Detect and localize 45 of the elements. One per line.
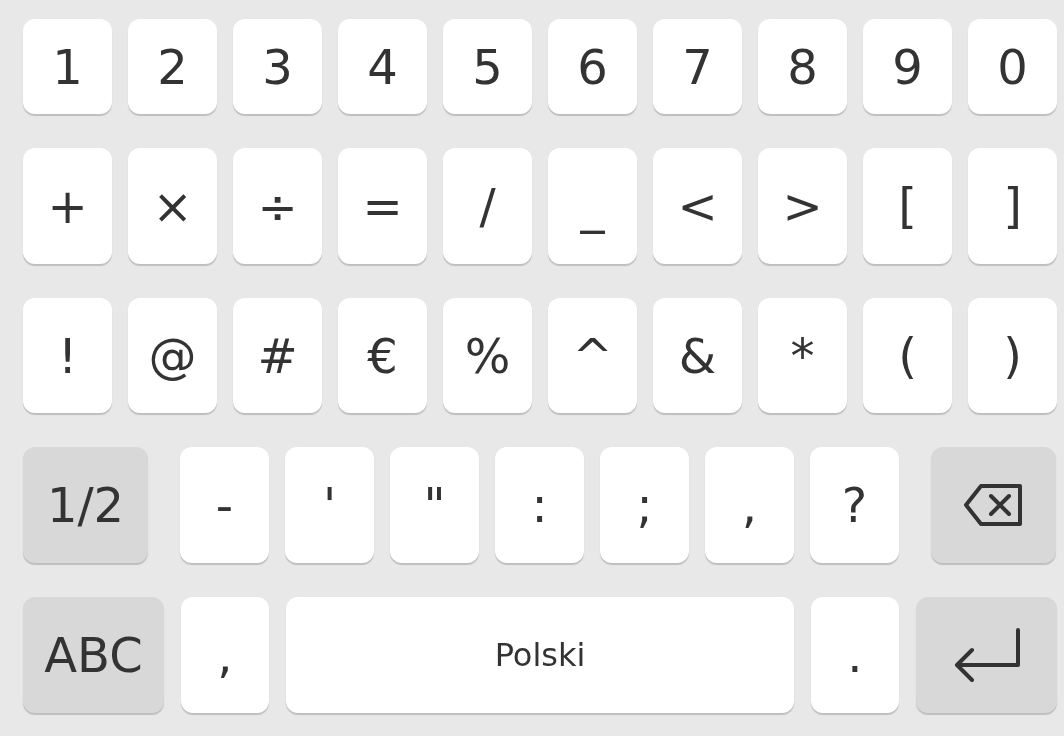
- key[interactable]: 7: [653, 19, 742, 114]
- space-key[interactable]: Polski: [286, 597, 794, 713]
- key[interactable]: .: [811, 597, 899, 713]
- key[interactable]: ÷: [233, 148, 322, 264]
- key[interactable]: =: [338, 148, 427, 264]
- key[interactable]: !: [23, 298, 112, 413]
- key[interactable]: -: [180, 447, 269, 563]
- key[interactable]: *: [758, 298, 847, 413]
- key[interactable]: ": [390, 447, 479, 563]
- backspace-key[interactable]: [931, 447, 1056, 563]
- key[interactable]: 2: [128, 19, 217, 114]
- key[interactable]: [: [863, 148, 952, 264]
- key[interactable]: +: [23, 148, 112, 264]
- key[interactable]: 8: [758, 19, 847, 114]
- enter-key[interactable]: [916, 597, 1057, 713]
- mode-key[interactable]: 1/2: [23, 447, 148, 563]
- key[interactable]: _: [548, 148, 637, 264]
- key[interactable]: 3: [233, 19, 322, 114]
- key[interactable]: ^: [548, 298, 637, 413]
- key[interactable]: ,: [181, 597, 269, 713]
- backspace-icon: [962, 483, 1025, 527]
- key[interactable]: ×: [128, 148, 217, 264]
- key[interactable]: ]: [968, 148, 1057, 264]
- key[interactable]: <: [653, 148, 742, 264]
- key[interactable]: /: [443, 148, 532, 264]
- key[interactable]: ,: [705, 447, 794, 563]
- key[interactable]: €: [338, 298, 427, 413]
- key[interactable]: ;: [600, 447, 689, 563]
- key[interactable]: @: [128, 298, 217, 413]
- key[interactable]: 9: [863, 19, 952, 114]
- key[interactable]: 4: [338, 19, 427, 114]
- key[interactable]: 5: [443, 19, 532, 114]
- key[interactable]: ': [285, 447, 374, 563]
- key[interactable]: &: [653, 298, 742, 413]
- key[interactable]: 6: [548, 19, 637, 114]
- key[interactable]: ?: [810, 447, 899, 563]
- key[interactable]: >: [758, 148, 847, 264]
- key[interactable]: (: [863, 298, 952, 413]
- key[interactable]: 0: [968, 19, 1057, 114]
- key[interactable]: #: [233, 298, 322, 413]
- key[interactable]: ): [968, 298, 1057, 413]
- key[interactable]: :: [495, 447, 584, 563]
- mode-key[interactable]: ABC: [23, 597, 164, 713]
- key[interactable]: 1: [23, 19, 112, 114]
- key[interactable]: %: [443, 298, 532, 413]
